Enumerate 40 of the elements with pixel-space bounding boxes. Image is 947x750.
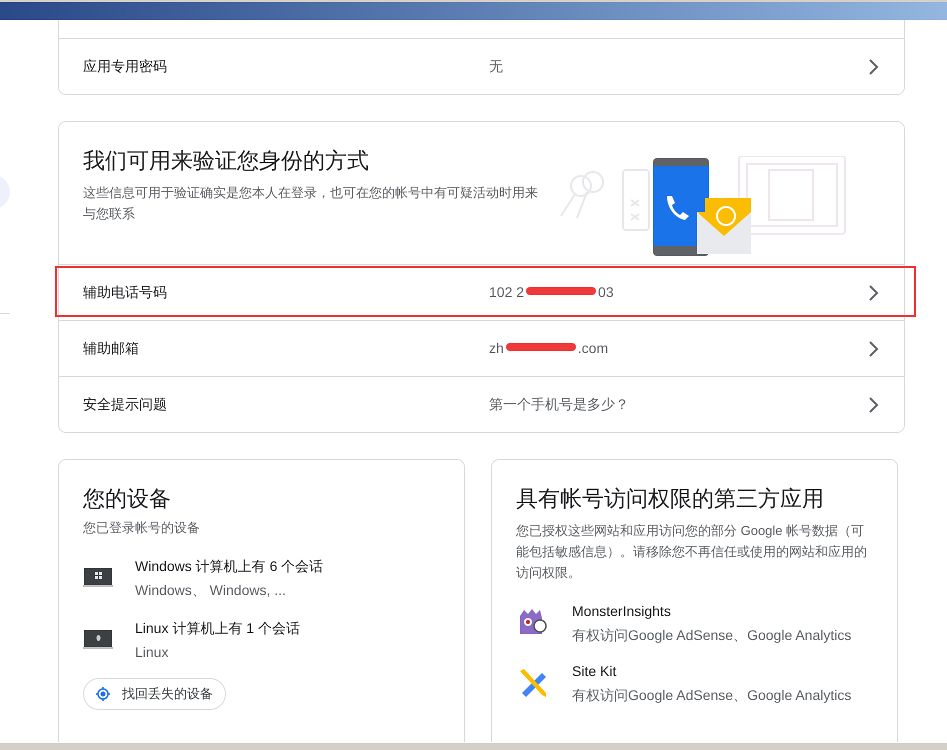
chevron-right-icon: [868, 396, 880, 414]
row-label: 安全提示问题: [83, 395, 168, 414]
device-item[interactable]: Linux 计算机上有 1 个会话 Linux: [83, 616, 440, 664]
app-access: 有权访问Google AdSense、Google Analytics: [572, 626, 852, 645]
laptop-icon: [83, 568, 113, 588]
row-value: 102 2: [489, 283, 524, 302]
card-subtitle: 您已登录帐号的设备: [83, 519, 201, 537]
row-value: 第一个手机号是多少？: [489, 395, 629, 414]
row-value: 03: [598, 283, 614, 302]
app-name: MonsterInsights: [572, 602, 672, 621]
chevron-right-icon: [868, 340, 880, 358]
card-description: 您已授权这些网站和应用访问您的部分 Google 帐号数据（可能包括敏感信息）。请移除您不再信任或使用的网站和应用的访问权限。: [516, 522, 868, 582]
row-value: 无: [489, 57, 503, 76]
row-label: 辅助电话号码: [83, 283, 168, 302]
card-title: 具有帐号访问权限的第三方应用: [516, 485, 825, 513]
chevron-right-icon: [868, 284, 880, 302]
device-detail: Windows、 Windows, ...: [135, 580, 287, 600]
card-title: 我们可用来验证您身份的方式: [83, 147, 370, 175]
settings-row[interactable]: 辅助邮箱 zh .com: [59, 320, 904, 376]
row-value: zh: [489, 339, 504, 358]
laptop-icon: [83, 630, 113, 650]
row-label: 应用专用密码: [83, 57, 168, 76]
device-title: Linux 计算机上有 1 个会话: [135, 618, 300, 638]
app-item[interactable]: Site Kit 有权访问Google AdSense、Google Analytics: [516, 659, 873, 707]
card-description: 这些信息可用于验证确实是您本人在登录，也可在您的帐号中有可疑活动时用来与您联系: [83, 184, 539, 223]
app-access: 有权访问Google AdSense、Google Analytics: [572, 686, 852, 705]
settings-row[interactable]: 应用专用密码 无: [59, 38, 904, 94]
device-detail: Linux: [135, 642, 170, 662]
card-title: 您的设备: [83, 485, 172, 513]
location-target-icon: [96, 686, 110, 700]
app-name: Site Kit: [572, 662, 618, 681]
settings-row[interactable]: 安全提示问题 第一个手机号是多少？: [59, 376, 904, 432]
device-title: Windows 计算机上有 6 个会话: [135, 556, 324, 576]
app-item[interactable]: MonsterInsights 有权访问Google AdSense、Google Analytics: [516, 599, 873, 647]
settings-row[interactable]: 辅助电话号码 102 2 03: [59, 264, 904, 320]
device-item[interactable]: Windows 计算机上有 6 个会话 Windows、 Windows, ...: [83, 554, 440, 602]
row-value: .com: [578, 339, 608, 358]
find-device-button[interactable]: 找回丢失的设备: [83, 678, 226, 710]
chevron-right-icon: [868, 58, 880, 76]
row-label: 辅助邮箱: [83, 339, 140, 358]
